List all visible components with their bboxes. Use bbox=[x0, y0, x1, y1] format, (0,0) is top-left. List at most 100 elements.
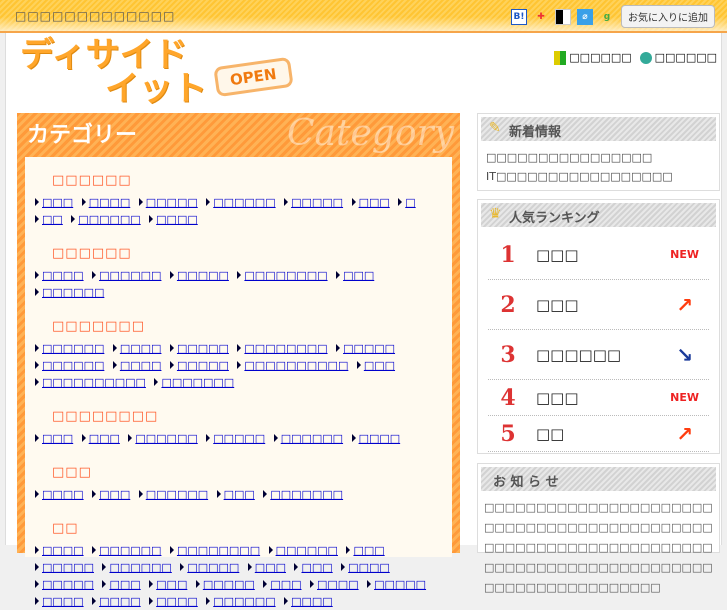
category-link[interactable]: □□□□□□ bbox=[35, 286, 104, 299]
category-link[interactable]: □□□□□ bbox=[139, 196, 198, 209]
category-link[interactable]: □□□ bbox=[294, 561, 332, 574]
category-link[interactable]: □□□□□□ bbox=[102, 561, 171, 574]
category-link[interactable]: □□□□□□ bbox=[206, 595, 275, 608]
add-favorite-button[interactable]: お気に入りに追加 bbox=[621, 5, 715, 28]
category-link[interactable]: □□□□□ bbox=[336, 342, 395, 355]
category-link[interactable]: □□□□ bbox=[35, 544, 84, 557]
category-link[interactable]: □□□□□ bbox=[284, 196, 343, 209]
category-link[interactable]: □□□□□□□ bbox=[263, 488, 343, 501]
category-link[interactable]: □□□□ bbox=[149, 595, 198, 608]
category-link[interactable]: □□□□ bbox=[92, 595, 141, 608]
category-link[interactable]: □□□□□□□□ bbox=[170, 544, 260, 557]
category-link[interactable]: □□□ bbox=[82, 432, 120, 445]
category-link[interactable]: □□□□□ bbox=[35, 578, 94, 591]
category-section: □□□ □□□□ □□□ □□□□□□ □□□ □□□□□□□ bbox=[35, 465, 442, 503]
category-section: □□□□□□ □□□ □□□□ □□□□□ □□□□□□ □□□□□ □□□ □ … bbox=[35, 173, 442, 228]
category-link[interactable]: □□□ bbox=[357, 359, 395, 372]
ranking-item-name: □□ bbox=[536, 424, 565, 443]
category-list: □□□□□□ □□□ □□□□ □□□□□ □□□□□□ □□□□□ □□□ □ … bbox=[25, 157, 452, 608]
category-link[interactable]: □□□□□ bbox=[170, 269, 229, 282]
category-link[interactable]: □□□□□□□□□□ bbox=[35, 376, 146, 389]
category-link[interactable]: □□□□□ bbox=[206, 432, 265, 445]
category-link[interactable]: □ bbox=[398, 196, 415, 209]
category-link[interactable]: □□□□□ bbox=[170, 342, 229, 355]
news-box: ✎ 新着情報 □□□□□□□□□□□□□□□□ IT□□□□□□□□□□□□□□□… bbox=[477, 113, 720, 191]
ranking-item[interactable]: 4 □□□ NEW bbox=[488, 380, 709, 416]
category-link[interactable]: □□□□□□ bbox=[92, 544, 161, 557]
ranking-item[interactable]: 3 □□□□□□ ↘ bbox=[488, 330, 709, 380]
category-link[interactable]: □□□□□□ bbox=[274, 432, 343, 445]
category-link[interactable]: □□□□ bbox=[113, 359, 162, 372]
category-link[interactable]: □□□□□□ bbox=[269, 544, 338, 557]
category-link[interactable]: □□□□ bbox=[113, 342, 162, 355]
livedoor-clip-icon[interactable]: ✚ bbox=[533, 9, 549, 25]
category-link[interactable]: □□□ bbox=[35, 432, 73, 445]
category-link[interactable]: □□□□ bbox=[149, 213, 198, 226]
category-section-title: □□□□□□□□ bbox=[52, 409, 159, 424]
category-script: Category bbox=[287, 113, 455, 154]
rank-badge-icon: 4 bbox=[500, 384, 516, 411]
hatena-bookmark-icon[interactable]: B! bbox=[511, 8, 527, 25]
rank-badge-icon: 5 bbox=[500, 420, 516, 447]
category-link[interactable]: □□□ bbox=[217, 488, 255, 501]
category-link[interactable]: □□□ bbox=[248, 561, 286, 574]
category-link[interactable]: □□□□□□ bbox=[35, 342, 104, 355]
category-section-title: □□□ bbox=[52, 465, 92, 480]
category-link[interactable]: □□□□□□ bbox=[139, 488, 208, 501]
category-link[interactable]: □□□□□□□□ bbox=[237, 342, 327, 355]
category-links: □□□□□□ □□□□ □□□□□ □□□□□□□□ □□□□□ □□□□□□ … bbox=[35, 340, 442, 391]
pencil-icon: ✎ bbox=[489, 120, 501, 136]
category-link[interactable]: □□□□□□ bbox=[92, 269, 161, 282]
ranking-title: 人気ランキング bbox=[509, 211, 600, 226]
category-section: □□ □□□□ □□□□□□ □□□□□□□□ □□□□□□ □□□ □□□□□ … bbox=[35, 521, 442, 610]
category-link[interactable]: □□□ bbox=[102, 578, 140, 591]
ranking-item[interactable]: 5 □□ ↗ bbox=[488, 416, 709, 452]
google-bookmark-icon[interactable]: g bbox=[599, 9, 615, 25]
category-link[interactable]: □□□ bbox=[346, 544, 384, 557]
category-link[interactable]: □□□□ bbox=[35, 488, 84, 501]
category-link[interactable]: □□□□□ bbox=[367, 578, 426, 591]
category-link[interactable]: □□□ bbox=[149, 578, 187, 591]
notice-title: お 知 ら せ bbox=[493, 475, 559, 490]
news-item[interactable]: IT□□□□□□□□□□□□□□□□□ bbox=[486, 167, 711, 186]
category-link[interactable]: □□□□□□ bbox=[206, 196, 275, 209]
category-link[interactable]: □□□□ bbox=[341, 561, 390, 574]
notice-text: □□□□□□□□□□□□□□□□□□□□□□□□□□□□□□□□□□□□□□□□… bbox=[484, 501, 713, 594]
category-link[interactable]: □□□ bbox=[336, 269, 374, 282]
clip-icon[interactable]: ⌀ bbox=[577, 8, 593, 25]
site-logo[interactable]: ディサイド イット bbox=[20, 38, 207, 106]
category-link[interactable]: □□□□□□□□□□ bbox=[237, 359, 348, 372]
delicious-icon[interactable] bbox=[555, 8, 571, 25]
category-section-title: □□□□□□ bbox=[52, 246, 132, 261]
category-link[interactable]: □□□□□□□ bbox=[154, 376, 234, 389]
category-link[interactable]: □□□□□ bbox=[180, 561, 239, 574]
trend-up-icon: ↗ bbox=[676, 421, 693, 446]
category-link[interactable]: □□□ bbox=[35, 196, 73, 209]
category-link[interactable]: □□□□□ bbox=[170, 359, 229, 372]
category-link[interactable]: □□□□ bbox=[35, 595, 84, 608]
category-link[interactable]: □□□□ bbox=[35, 269, 84, 282]
category-link[interactable]: □□□□□□□□ bbox=[237, 269, 327, 282]
top-bar: □□□□□□□□□□□□□ B! ✚ ⌀ g お気に入りに追加 bbox=[0, 0, 727, 33]
category-link[interactable]: □□□□ bbox=[310, 578, 359, 591]
category-link[interactable]: □□□□□□ bbox=[35, 359, 104, 372]
category-link[interactable]: □□□□□□ bbox=[128, 432, 197, 445]
category-link[interactable]: □□□ bbox=[263, 578, 301, 591]
category-link[interactable]: □□□□□□ bbox=[71, 213, 140, 226]
category-link[interactable]: □□□ bbox=[352, 196, 390, 209]
category-link[interactable]: □□□□□ bbox=[35, 561, 94, 574]
category-link[interactable]: □□□□□ bbox=[196, 578, 255, 591]
category-link[interactable]: □□□□ bbox=[352, 432, 401, 445]
category-link[interactable]: □□□□ bbox=[82, 196, 131, 209]
category-link[interactable]: □□ bbox=[35, 213, 63, 226]
header-link-globe[interactable]: □□□□□□ bbox=[639, 51, 717, 65]
ranking-item[interactable]: 1 □□□ NEW bbox=[488, 230, 709, 280]
news-item[interactable]: □□□□□□□□□□□□□□□□ bbox=[486, 148, 711, 167]
notice-header: お 知 ら せ bbox=[481, 467, 716, 491]
category-link[interactable]: □□□ bbox=[92, 488, 130, 501]
category-link[interactable]: □□□□ bbox=[284, 595, 333, 608]
header-link-beginner[interactable]: □□□□□□ bbox=[554, 51, 632, 65]
trend-up-icon: ↗ bbox=[676, 292, 693, 317]
ranking-item-name: □□□□□□ bbox=[536, 345, 622, 364]
ranking-item[interactable]: 2 □□□ ↗ bbox=[488, 280, 709, 330]
